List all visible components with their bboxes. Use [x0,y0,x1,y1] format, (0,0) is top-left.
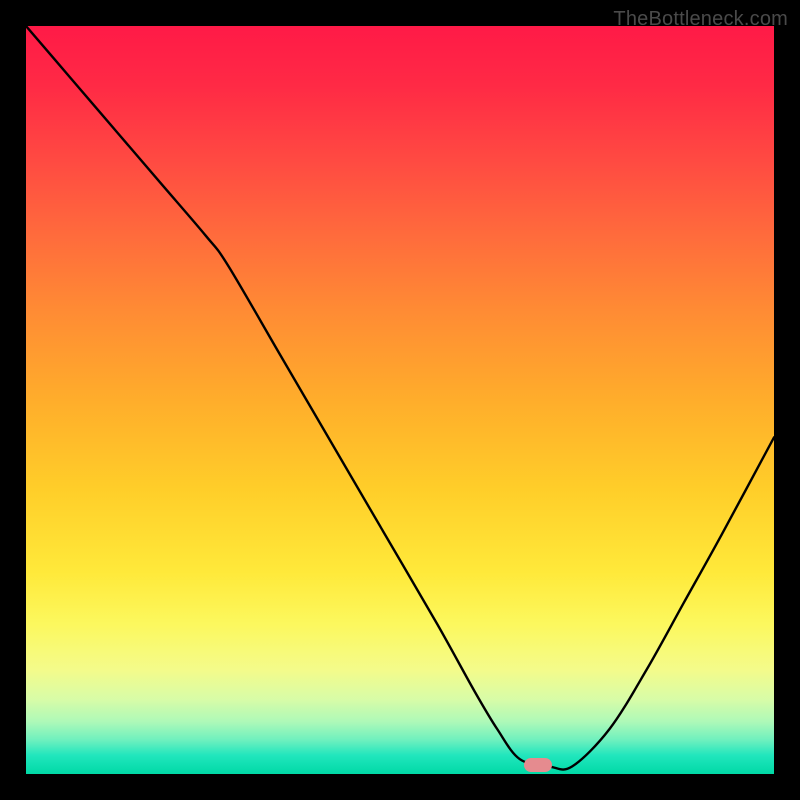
bottleneck-curve [26,26,774,774]
watermark-text: TheBottleneck.com [613,8,788,31]
chart-plot-area [26,26,774,774]
optimal-point-marker [524,758,552,772]
